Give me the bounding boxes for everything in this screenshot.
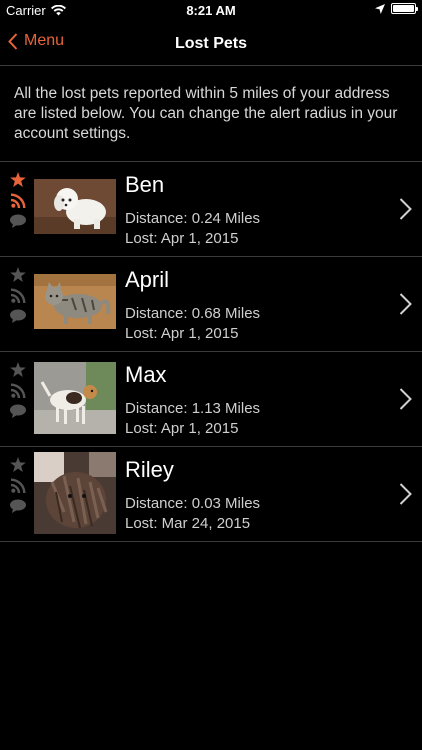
lost-pets-list: Ben Distance: 0.24 Miles Lost: Apr 1, 20… (0, 161, 422, 542)
comment-icon[interactable] (10, 214, 26, 228)
status-bar: Carrier 8:21 AM (0, 0, 422, 22)
navigation-bar: Menu Lost Pets (0, 22, 422, 66)
pet-lost-date: Lost: Apr 1, 2015 (125, 420, 239, 437)
pet-row-riley[interactable]: Riley Distance: 0.03 Miles Lost: Mar 24,… (0, 447, 422, 542)
pet-photo-riley (34, 452, 116, 534)
location-arrow-icon (375, 3, 385, 14)
status-right (375, 3, 418, 14)
pet-row-april[interactable]: April Distance: 0.68 Miles Lost: Apr 1, … (0, 257, 422, 352)
row-action-icons (8, 362, 28, 418)
pet-name: Riley (125, 457, 174, 482)
pet-name: April (125, 267, 170, 292)
comment-icon[interactable] (10, 404, 26, 418)
pet-row-max[interactable]: Max Distance: 1.13 Miles Lost: Apr 1, 20… (0, 352, 422, 447)
intro-text: All the lost pets reported within 5 mile… (14, 85, 398, 142)
pet-name: Ben (125, 172, 165, 197)
pet-distance: Distance: 1.13 Miles (125, 400, 261, 417)
row-action-icons (8, 457, 28, 513)
pet-distance: Distance: 0.24 Miles (125, 210, 261, 227)
dog-photo-icon (34, 452, 116, 534)
battery-icon (391, 3, 418, 14)
comment-icon[interactable] (10, 309, 26, 323)
pet-lost-date: Lost: Apr 1, 2015 (125, 325, 239, 342)
status-time: 8:21 AM (186, 3, 236, 18)
row-action-icons (8, 172, 28, 228)
chevron-right-icon (399, 388, 412, 410)
pet-row-ben[interactable]: Ben Distance: 0.24 Miles Lost: Apr 1, 20… (0, 162, 422, 257)
pet-distance: Distance: 0.03 Miles (125, 495, 261, 512)
row-action-icons (8, 267, 28, 323)
dog-photo-icon (34, 179, 116, 234)
pet-name: Max (125, 362, 167, 387)
chevron-right-icon (399, 198, 412, 220)
rss-icon[interactable] (10, 383, 26, 398)
rss-icon[interactable] (10, 288, 26, 303)
pet-lost-date: Lost: Apr 1, 2015 (125, 230, 239, 247)
pet-lost-date: Lost: Mar 24, 2015 (125, 515, 251, 532)
pet-photo-ben (34, 179, 116, 234)
chevron-right-icon (399, 483, 412, 505)
star-icon[interactable] (10, 362, 26, 377)
rss-icon[interactable] (10, 193, 26, 208)
star-icon[interactable] (10, 457, 26, 472)
star-icon[interactable] (10, 267, 26, 282)
comment-icon[interactable] (10, 499, 26, 513)
page-title: Lost Pets (174, 35, 247, 52)
cat-photo-icon (34, 274, 116, 329)
pet-photo-april (34, 274, 116, 329)
star-icon[interactable] (10, 172, 26, 187)
pet-distance: Distance: 0.68 Miles (125, 305, 261, 322)
pet-photo-max (34, 362, 116, 434)
dog-photo-icon (34, 362, 116, 434)
chevron-right-icon (399, 293, 412, 315)
rss-icon[interactable] (10, 478, 26, 493)
